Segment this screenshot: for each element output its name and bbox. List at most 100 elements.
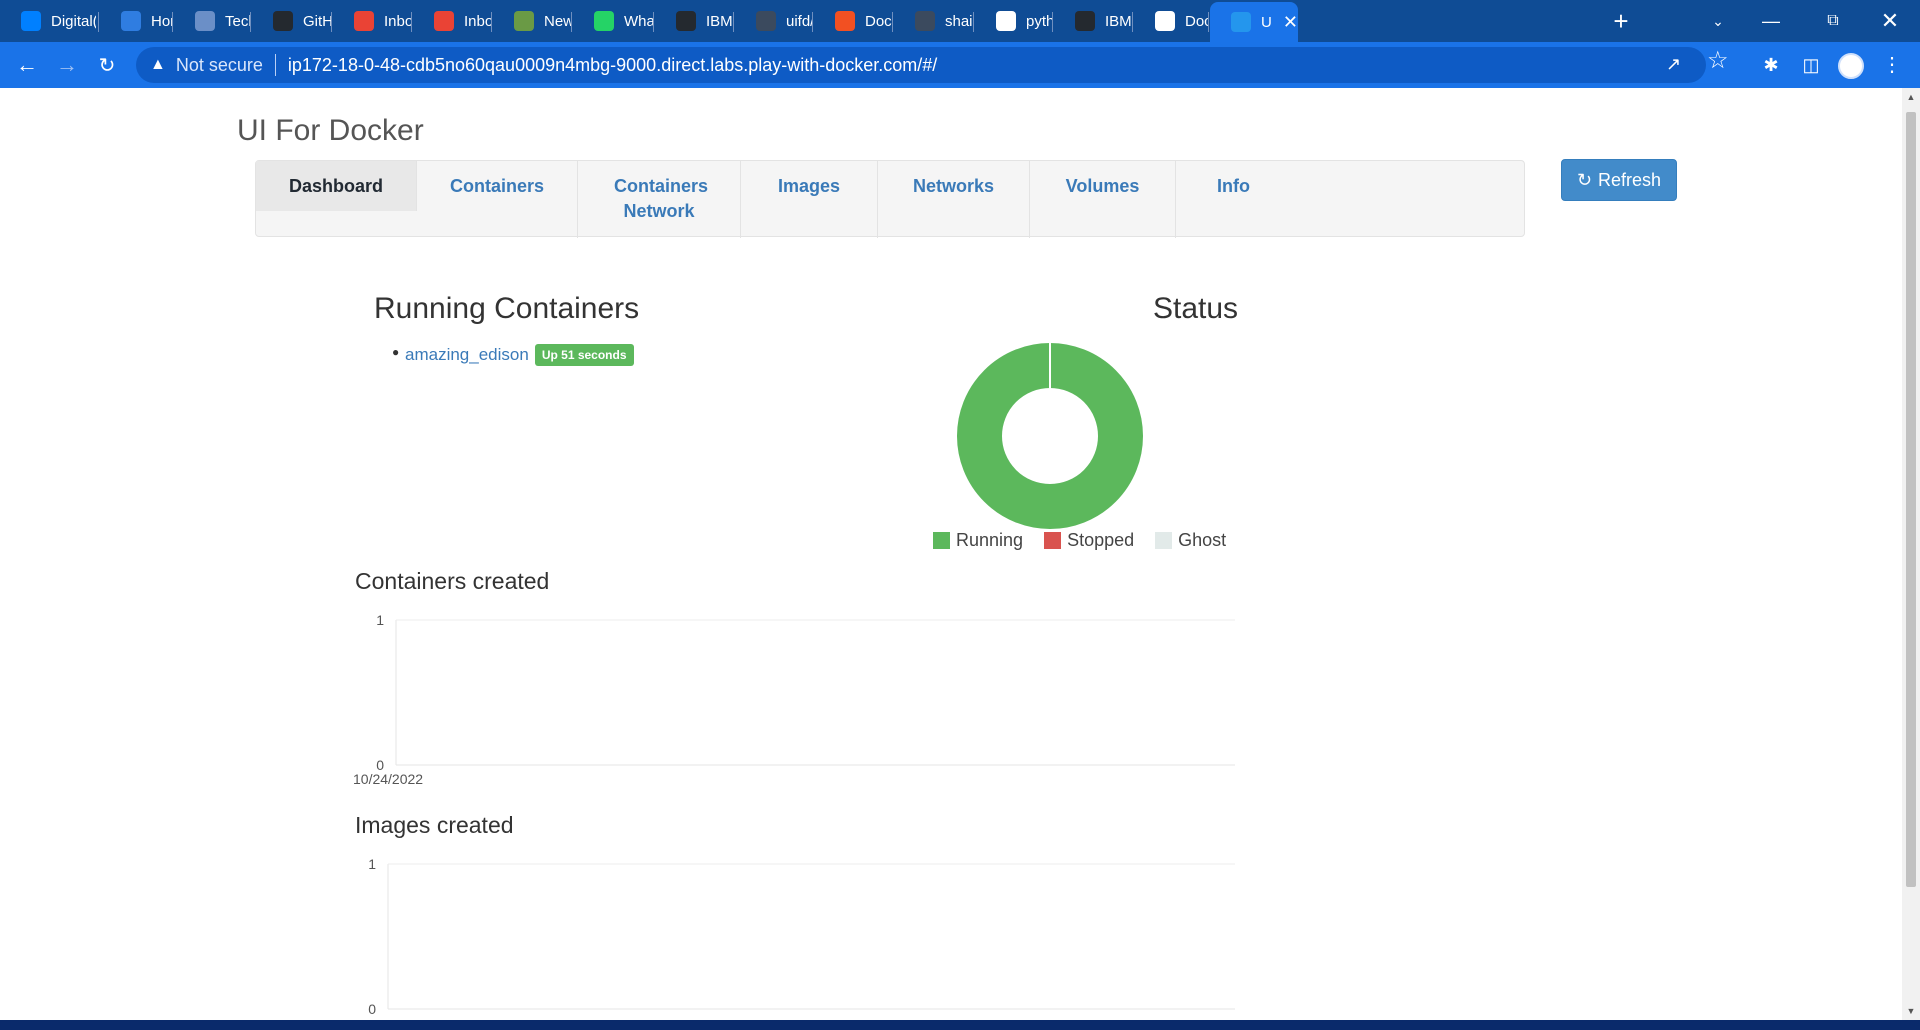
nav-tab-images[interactable]: Images [741, 161, 878, 238]
address-bar[interactable]: ▲ Not secure ip172-18-0-48-cdb5no60qau00… [136, 47, 1729, 83]
refresh-icon: ↻ [1576, 169, 1593, 190]
nav-tab-label: Networks [912, 176, 995, 196]
browser-tab-title: python [1026, 12, 1052, 30]
browser-tab-title: IBM-Pr [1105, 12, 1132, 30]
page-content: UI For Docker Dashboard Containers Contain… [0, 88, 1902, 1020]
tab-separator [1208, 12, 1209, 32]
browser-tab[interactable]: shaikas [894, 4, 973, 38]
browser-tab-title: New Ta [544, 12, 571, 30]
microsoft-icon [835, 11, 855, 31]
running-containers-title: Running Containers [374, 292, 640, 325]
new-tab-icon [514, 11, 534, 31]
back-button[interactable]: ← [10, 48, 44, 82]
y-tick-label: 1 [368, 856, 376, 872]
browser-tab[interactable]: Docker [814, 4, 892, 38]
tab-separator [411, 12, 412, 32]
profile-avatar[interactable] [1838, 53, 1864, 79]
nav-tab-label: Containers [449, 176, 545, 196]
browser-tab[interactable]: Inbox - [333, 4, 411, 38]
status-donut-chart [957, 343, 1143, 529]
nav-tab-label: Images [777, 176, 841, 196]
legend-item-running: Running [933, 530, 1023, 551]
nav-tab-label: Info [1217, 176, 1250, 196]
whatsapp-icon [594, 11, 614, 31]
app-title: UI For Docker [237, 114, 424, 147]
docker-ui-icon [1231, 12, 1251, 32]
images-created-title: Images created [355, 812, 514, 838]
container-link[interactable]: amazing_edison [405, 345, 529, 365]
tab-separator [331, 12, 332, 32]
list-bullet: ● [392, 345, 400, 359]
tab-separator [892, 12, 893, 32]
browser-tab-title: GitHub [303, 12, 331, 30]
bookmark-star-icon[interactable]: ☆ [1707, 46, 1729, 75]
nav-tab-networks[interactable]: Networks [878, 161, 1030, 238]
browser-tab[interactable]: New Ta [493, 4, 571, 38]
tab-search-chevron-icon[interactable]: ⌄ [1688, 0, 1748, 42]
browser-tab[interactable]: IBM-Pr [655, 4, 733, 38]
reload-button[interactable]: ↻ [90, 48, 124, 82]
minimize-button[interactable]: — [1741, 0, 1801, 42]
restore-button[interactable]: ⧉ [1803, 0, 1863, 42]
tab-separator [1132, 12, 1133, 32]
profile-icon [915, 11, 935, 31]
url-text[interactable]: ip172-18-0-48-cdb5no60qau0009n4mbg-9000.… [288, 55, 937, 76]
docker-hub-icon [756, 11, 776, 31]
browser-tab[interactable]: Digital( [0, 4, 96, 38]
browser-tab[interactable]: Docker [1134, 4, 1208, 38]
browser-tab-title: Inbox - [384, 12, 411, 30]
globe-icon [1155, 11, 1175, 31]
browser-tab[interactable]: Tech Ca [174, 4, 250, 38]
status-badge: Up 51 seconds [534, 344, 634, 366]
browser-tab[interactable]: UI F ✕ [1210, 2, 1298, 42]
scroll-up-icon[interactable]: ▲ [1902, 92, 1920, 102]
browser-tab-title: Tech Ca [225, 12, 250, 30]
nav-tab-info[interactable]: Info [1176, 161, 1291, 238]
browser-tab[interactable]: Home - [100, 4, 172, 38]
nav-tab-label: Containers Network [614, 176, 709, 221]
browser-tab-title: Inbox - [464, 12, 491, 30]
running-containers-list: ● amazing_edison Up 51 seconds [392, 344, 634, 366]
browser-menu-icon[interactable]: ⋮ [1882, 52, 1902, 77]
tab-separator [491, 12, 492, 32]
legend-item-stopped: Stopped [1044, 530, 1134, 551]
browser-tab[interactable]: python [975, 4, 1052, 38]
browser-tab-title: shaikas [945, 12, 973, 30]
nav-tab-containers-network[interactable]: Containers Network [578, 161, 741, 238]
browser-tab[interactable]: GitHub [252, 4, 331, 38]
close-tab-icon[interactable]: ✕ [1283, 12, 1298, 33]
new-tab-button[interactable]: + [1591, 0, 1651, 42]
browser-tab[interactable]: IBM-Pr [1054, 4, 1132, 38]
legend-swatch [1044, 532, 1062, 549]
legend-item-ghost: Ghost [1155, 530, 1226, 551]
legend-label: Stopped [1067, 530, 1135, 550]
close-window-button[interactable]: ✕ [1860, 0, 1920, 42]
browser-tab[interactable]: Inbox - [413, 4, 491, 38]
browser-tab-title: Home - [151, 12, 172, 30]
nav-tab-containers[interactable]: Containers [417, 161, 578, 238]
browser-tab-title: uifd/ui- [786, 12, 812, 30]
scroll-thumb[interactable] [1906, 112, 1916, 887]
scroll-down-icon[interactable]: ▼ [1902, 1006, 1920, 1016]
status-legend: Running Stopped Ghost [933, 530, 1247, 551]
forward-button[interactable]: → [50, 48, 84, 82]
share-icon[interactable]: ↗ [1666, 54, 1681, 75]
browser-tab-title: Digital( [51, 12, 96, 30]
side-panel-icon[interactable]: ◫ [1800, 54, 1822, 76]
legend-label: Ghost [1178, 530, 1227, 550]
page-scrollbar[interactable]: ▲ ▼ [1902, 88, 1920, 1020]
browser-tab-title: UI F [1261, 13, 1273, 31]
extensions-puzzle-icon[interactable]: ✱ [1760, 54, 1782, 76]
nav-tab-dashboard[interactable]: Dashboard [256, 161, 417, 211]
nav-tab-label: Volumes [1065, 176, 1140, 196]
nav-tab-volumes[interactable]: Volumes [1030, 161, 1176, 238]
refresh-button[interactable]: ↻ Refresh [1561, 159, 1677, 201]
tab-separator [973, 12, 974, 32]
security-status[interactable]: Not secure [176, 55, 263, 76]
browser-tab[interactable]: uifd/ui- [735, 4, 812, 38]
x-tick-label: 10/24/2022 [353, 771, 423, 787]
browser-tab[interactable]: WhatsA [573, 4, 653, 38]
legend-swatch [1155, 532, 1173, 549]
tab-separator [98, 12, 99, 32]
tab-separator [812, 12, 813, 32]
